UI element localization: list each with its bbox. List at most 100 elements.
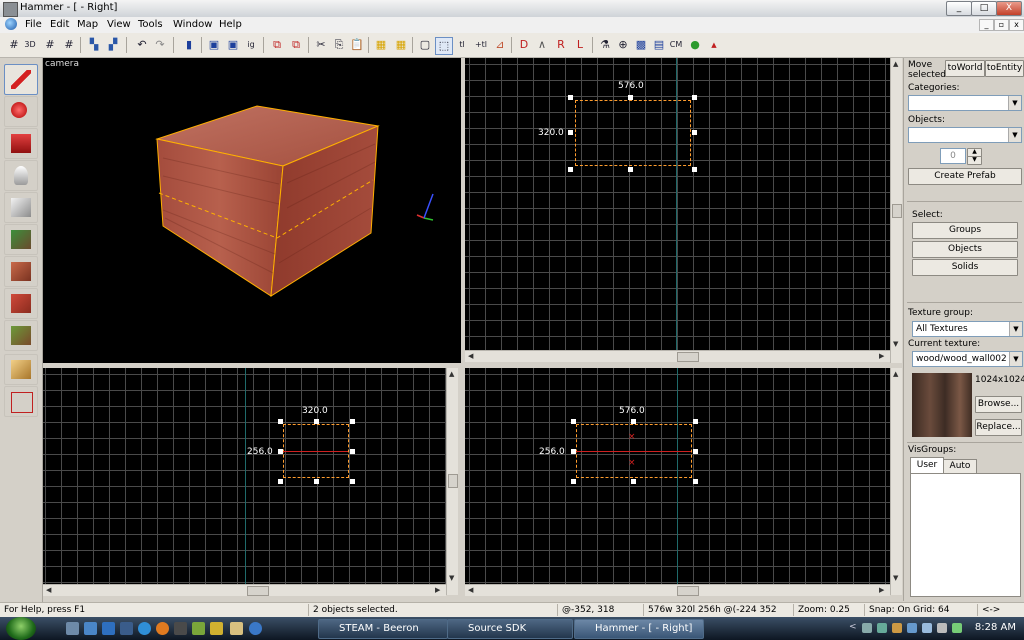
resize-handle[interactable] — [631, 419, 636, 424]
run-map-icon[interactable]: ● — [687, 37, 703, 53]
top-viewport-hscrollbar[interactable]: ◀ ▶ — [465, 350, 890, 362]
scroll-up-icon[interactable]: ▲ — [449, 370, 454, 378]
grid-icon[interactable]: # — [6, 37, 22, 53]
resize-handle[interactable] — [568, 167, 573, 172]
side-2d-viewport[interactable]: × × 576.0 256.0 — [465, 368, 890, 584]
scroll-thumb[interactable] — [677, 352, 699, 362]
resize-handle[interactable] — [628, 95, 633, 100]
close-button[interactable]: X — [996, 1, 1022, 16]
resize-handle[interactable] — [350, 479, 355, 484]
tray-app-icon[interactable] — [892, 623, 902, 633]
mdi-restore-icon[interactable]: ▫ — [994, 19, 1009, 31]
box-select-icon[interactable]: ▢ — [417, 37, 433, 53]
map-properties-icon[interactable]: ⊕ — [615, 37, 631, 53]
entity-tool[interactable] — [4, 160, 38, 191]
select-groups-button[interactable]: Groups — [912, 222, 1018, 239]
hide-selected-icon[interactable]: ▣ — [206, 37, 222, 53]
resize-handle[interactable] — [278, 419, 283, 424]
to-entity-button[interactable]: toEntity — [985, 60, 1024, 77]
top-2d-viewport[interactable]: 576.0 320.0 — [465, 58, 890, 350]
clipping-tool[interactable] — [4, 354, 38, 385]
texture-lock-toggle-icon[interactable]: tl — [454, 37, 470, 53]
folder-quick-icon[interactable] — [210, 622, 223, 635]
3d-wood-box[interactable] — [43, 58, 461, 363]
restore-button[interactable]: □ — [971, 1, 997, 16]
scroll-left-icon[interactable]: ◀ — [468, 352, 473, 360]
scroll-left-icon[interactable]: ◀ — [468, 586, 473, 594]
menu-edit[interactable]: Edit — [50, 19, 69, 30]
app-quick-icon[interactable] — [192, 622, 205, 635]
resize-handle[interactable] — [278, 479, 283, 484]
cordon-icon[interactable]: ▦ — [373, 37, 389, 53]
block-tool[interactable] — [4, 192, 38, 223]
overlays-tool[interactable] — [4, 320, 38, 351]
visgroups-list[interactable] — [910, 473, 1021, 597]
resize-handle[interactable] — [571, 449, 576, 454]
check-problems-icon[interactable]: ⚗ — [597, 37, 613, 53]
tray-volume-icon[interactable] — [937, 623, 947, 633]
display-models-icon[interactable]: D — [516, 37, 532, 53]
group-icon[interactable]: ▮ — [181, 37, 197, 53]
steam-quick-icon[interactable] — [174, 622, 187, 635]
tray-steam-icon[interactable] — [862, 623, 872, 633]
3d-grid-icon[interactable]: 3D — [22, 37, 38, 53]
carve-icon[interactable]: ▚ — [86, 37, 102, 53]
resize-handle[interactable] — [314, 419, 319, 424]
resize-handle[interactable] — [314, 479, 319, 484]
scroll-right-icon[interactable]: ▶ — [879, 352, 884, 360]
resize-handle[interactable] — [693, 479, 698, 484]
taskbar-source-sdk[interactable]: Source SDK — [447, 619, 573, 639]
resize-handle[interactable] — [571, 419, 576, 424]
vertex-tool[interactable] — [4, 386, 38, 417]
document-globe-icon[interactable] — [5, 18, 17, 30]
select-icon[interactable]: ⬚ — [435, 37, 453, 55]
camera-tool[interactable] — [4, 128, 38, 159]
tray-app-icon[interactable] — [877, 623, 887, 633]
scroll-thumb[interactable] — [677, 586, 699, 596]
spin-down-icon[interactable]: ▼ — [967, 156, 982, 165]
browse-button[interactable]: Browse... — [975, 396, 1022, 413]
taskbar-steam[interactable]: STEAM - Beeron — [318, 619, 448, 639]
smaller-grid-icon[interactable]: # — [42, 37, 58, 53]
menu-view[interactable]: View — [107, 19, 131, 30]
current-texture-dropdown[interactable]: wood/wood_wall002 ▼ — [912, 351, 1023, 367]
entity-tool-icon[interactable]: ▩ — [633, 37, 649, 53]
lighting-preview-icon[interactable]: L — [572, 37, 588, 53]
scroll-right-icon[interactable]: ▶ — [879, 586, 884, 594]
redo-icon[interactable]: ↷ — [152, 37, 168, 53]
resize-handle[interactable] — [568, 130, 573, 135]
helpers-icon[interactable]: ∧ — [534, 37, 550, 53]
tab-user[interactable]: User — [910, 457, 944, 474]
scroll-right-icon[interactable]: ▶ — [435, 586, 440, 594]
prefab-count-field[interactable]: 0 — [940, 148, 966, 164]
to-world-button[interactable]: toWorld — [945, 60, 985, 77]
resize-handle[interactable] — [693, 419, 698, 424]
start-button[interactable] — [6, 617, 36, 640]
larger-grid-icon[interactable]: # — [61, 37, 77, 53]
tray-app-icon[interactable] — [952, 623, 962, 633]
menu-tools[interactable]: Tools — [138, 19, 163, 30]
hide-unselected-icon[interactable]: ▣ — [225, 37, 241, 53]
top-viewport-vscrollbar[interactable]: ▲ ▼ — [890, 58, 902, 363]
resize-handle[interactable] — [692, 95, 697, 100]
scroll-down-icon[interactable]: ▼ — [893, 340, 898, 348]
mdi-close-icon[interactable]: x — [1009, 19, 1024, 31]
radius-culling-icon[interactable]: R — [553, 37, 569, 53]
resize-handle[interactable] — [692, 167, 697, 172]
scroll-up-icon[interactable]: ▲ — [893, 60, 898, 68]
scroll-thumb[interactable] — [448, 474, 458, 488]
explorer-icon[interactable] — [102, 622, 115, 635]
resize-handle[interactable] — [350, 449, 355, 454]
resize-handle[interactable] — [692, 130, 697, 135]
notes-quick-icon[interactable] — [230, 622, 243, 635]
cut-icon[interactable]: ✂ — [313, 37, 329, 53]
hollow-icon[interactable]: ▞ — [105, 37, 121, 53]
copy-icon[interactable]: ⎘ — [331, 37, 347, 53]
scroll-thumb[interactable] — [247, 586, 269, 596]
cubemap-icon[interactable]: CM — [668, 37, 684, 53]
run-draw-icon[interactable]: ▲ — [706, 37, 722, 53]
menu-window[interactable]: Window — [173, 19, 212, 30]
switch-windows-icon[interactable] — [84, 622, 97, 635]
search-quick-icon[interactable] — [249, 622, 262, 635]
scroll-down-icon[interactable]: ▼ — [449, 574, 454, 582]
